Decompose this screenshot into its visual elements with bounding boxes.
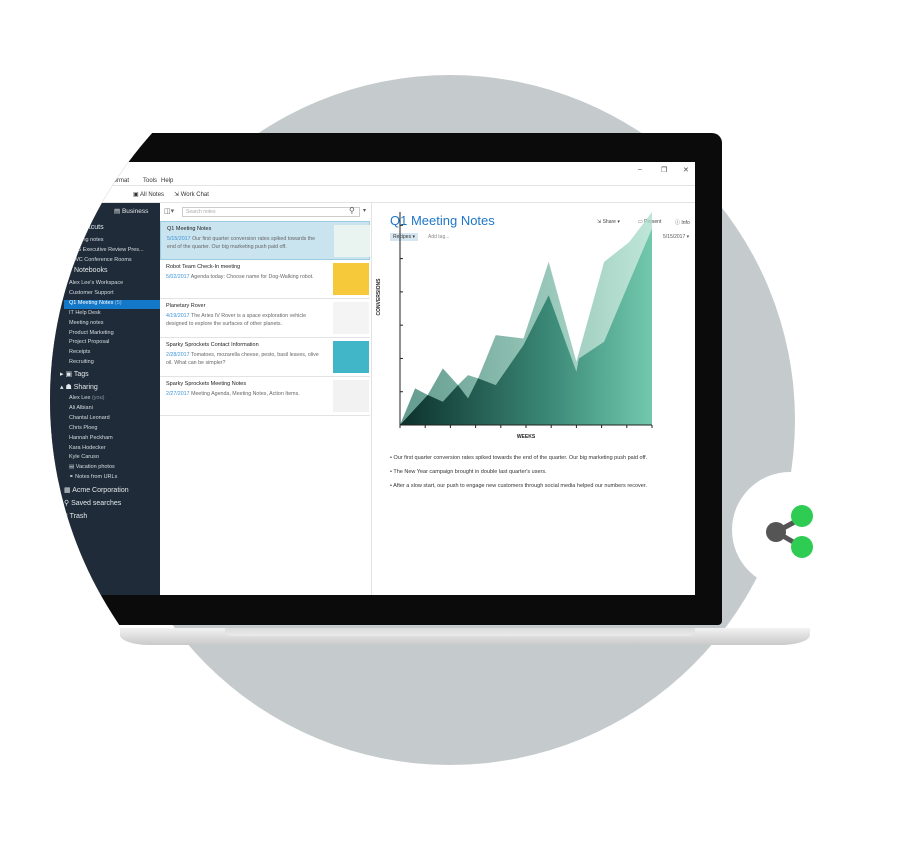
note-thumbnail (334, 225, 370, 257)
bullet-item: • After a slow start, our push to engage… (390, 483, 647, 489)
note-thumbnail (333, 380, 369, 412)
notebook-item[interactable]: Project Proposal (69, 339, 109, 345)
share-icon (766, 505, 813, 558)
sidebar-acme[interactable]: ▦ Acme Corporation (64, 486, 129, 494)
note-card[interactable]: Q1 Meeting Notes 5/15/2017 Our first qua… (160, 221, 370, 260)
sharing-item[interactable]: Kara Hodecker (69, 445, 106, 451)
shortcut-item[interactable]: 2016 Executive Review Pres... (69, 247, 144, 253)
sidebar-saved-searches[interactable]: ⚲ Saved searches (64, 499, 121, 507)
sharing-item[interactable]: Chantal Leonard (69, 415, 110, 421)
notebook-item[interactable]: Alex Lee's Workspace (69, 280, 123, 286)
work-chat-button[interactable]: ⇲ Work Chat (174, 191, 209, 198)
sharing-item[interactable]: Alex Lee (you) (69, 395, 104, 401)
note-editor: Q1 Meeting Notes ⇲ Share ▾ ▭ Present ⓘ I… (372, 203, 695, 595)
note-card-snippet: 2/28/2017 Tomatoes, mozarella cheese, pe… (166, 352, 319, 366)
note-thumbnail (333, 341, 369, 373)
building-icon: ▦ (64, 487, 73, 494)
notebook-item[interactable]: Product Marketing (69, 330, 114, 336)
view-toggle-icon[interactable]: ◫▾ (164, 207, 174, 215)
sidebar-tags[interactable]: ▸ ▣ Tags (60, 370, 89, 378)
search-input[interactable]: Search notes (182, 207, 360, 217)
sharing-item[interactable]: Ali Albiani (69, 405, 93, 411)
note-card-snippet: 5/02/2017 Agenda today: Choose name for … (166, 274, 314, 280)
sidebar-notebooks[interactable]: Notebooks (74, 267, 107, 274)
note-card-title: Q1 Meeting Notes (167, 226, 212, 232)
note-thumbnail (333, 302, 369, 334)
note-card[interactable]: Sparky Sprockets Meeting Notes 2/27/2017… (160, 377, 370, 416)
all-notes-button[interactable]: ▣ All Notes (133, 191, 164, 198)
shortcut-item[interactable]: Meeting notes (69, 237, 104, 243)
sidebar-business[interactable]: ▤ Business (114, 207, 148, 215)
menu-help[interactable]: Help (161, 178, 173, 184)
note-card-snippet: 5/15/2017 Our first quarter conversion r… (167, 236, 316, 250)
notebook-icon: ▤ (69, 464, 76, 470)
notes-icon: ▣ (133, 192, 141, 198)
tag-icon: ▸ ▣ (60, 371, 74, 378)
app-window: Format Tools Help – ❐ ✕ ▣ All Notes ⇲ Wo… (50, 162, 695, 595)
minimize-button[interactable]: – (638, 166, 642, 173)
note-card-title: Sparky Sprockets Meeting Notes (166, 381, 247, 387)
shortcut-item[interactable]: MWC Conference Rooms (69, 257, 132, 263)
menu-bar: Format Tools Help – ❐ ✕ (50, 162, 695, 186)
sharing-item-vacation[interactable]: ▤ Vacation photos (69, 464, 115, 470)
note-thumbnail (333, 263, 369, 295)
x-axis-label: WEEKS (517, 434, 536, 440)
sharing-item-urls[interactable]: ⚭ Notes from URLs (69, 474, 117, 480)
sidebar-sharing[interactable]: ▴ ☗ Sharing (60, 383, 98, 391)
notebook-item[interactable]: IT Help Desk (69, 310, 101, 316)
share-badge (732, 472, 848, 588)
notebook-item-selected[interactable]: Q1 Meeting Notes (5) (69, 300, 122, 306)
note-card[interactable]: Sparky Sprockets Contact Information 2/2… (160, 338, 370, 377)
bullet-item: • Our first quarter conversion rates spi… (390, 455, 648, 461)
sidebar-shortcuts[interactable]: Shortcuts (74, 224, 104, 231)
sidebar: ▤ Business Shortcuts Meeting notes 2016 … (50, 203, 160, 595)
notebook-item[interactable]: Receipts (69, 349, 90, 355)
menu-tools[interactable]: Tools (143, 178, 157, 184)
y-axis-label: CONVERSIONS (376, 278, 382, 316)
restore-button[interactable]: ❐ (661, 166, 667, 174)
people-icon: ▴ ☗ (60, 384, 74, 391)
close-button[interactable]: ✕ (683, 166, 689, 174)
note-card[interactable]: Robot Team Check-In meeting 5/02/2017 Ag… (160, 260, 370, 299)
note-list: ◫▾ Search notes ⚲ ▾ Q1 Meeting Notes 5/1… (160, 203, 372, 595)
search-icon[interactable]: ⚲ (349, 206, 355, 215)
sidebar-trash[interactable]: ▯ Trash (64, 512, 87, 520)
chevron-down-icon[interactable]: ▾ (363, 207, 366, 214)
bullet-item: • The New Year campaign brought in doubl… (390, 469, 547, 475)
notebook-item[interactable]: Recruiting (69, 359, 94, 365)
note-card[interactable]: Planetary Rover 4/19/2017 The Aries IV R… (160, 299, 370, 338)
note-card-title: Planetary Rover (166, 303, 206, 309)
laptop-screen-group: Format Tools Help – ❐ ✕ ▣ All Notes ⇲ Wo… (50, 0, 850, 800)
laptop-notch (225, 628, 695, 636)
conversions-chart: CONVERSIONS WEEKS (376, 212, 653, 440)
sharing-item[interactable]: Kyle Caruso (69, 454, 99, 460)
note-card-snippet: 4/19/2017 The Aries IV Rover is a space … (166, 313, 307, 327)
notebook-item[interactable]: Customer Support (69, 290, 114, 296)
note-card-title: Sparky Sprockets Contact Information (166, 342, 259, 348)
sharing-item[interactable]: Hannah Peckham (69, 435, 113, 441)
notebook-item[interactable]: Meeting notes (69, 320, 104, 326)
menu-format[interactable]: Format (110, 178, 129, 184)
toolbar: ▣ All Notes ⇲ Work Chat (50, 186, 695, 203)
chat-icon: ⇲ (174, 192, 181, 198)
sharing-item[interactable]: Chris Ploeg (69, 425, 97, 431)
note-card-snippet: 2/27/2017 Meeting Agenda, Meeting Notes,… (166, 391, 300, 397)
note-card-title: Robot Team Check-In meeting (166, 264, 241, 270)
